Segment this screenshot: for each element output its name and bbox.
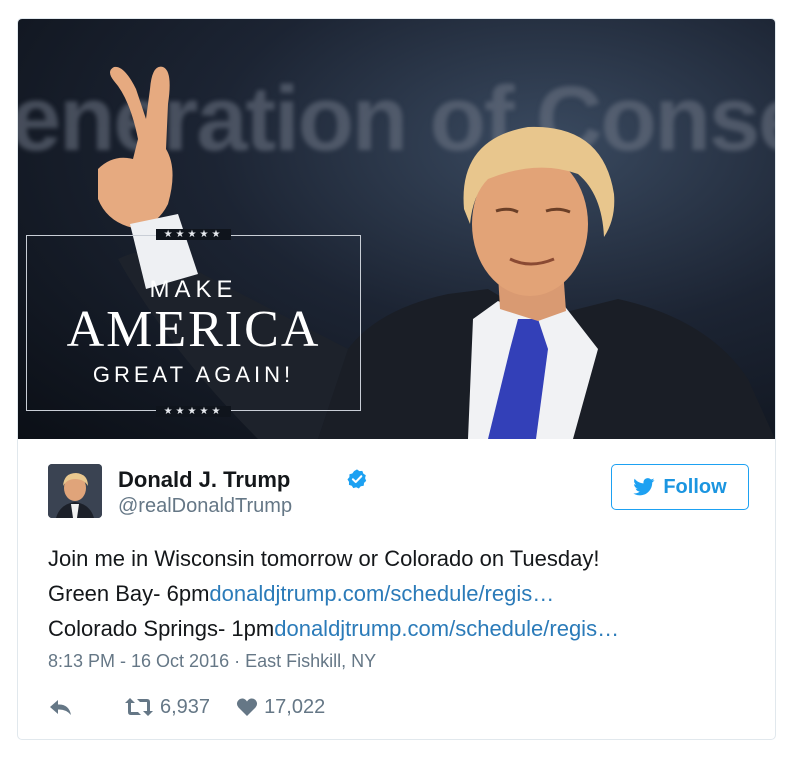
stars-bottom: ★★★★★	[155, 406, 232, 417]
tweet-text: Join me in Wisconsin tomorrow or Colorad…	[48, 541, 768, 646]
verified-badge-icon	[347, 469, 367, 489]
tweet-line-2-text: Green Bay- 6pm	[48, 581, 210, 606]
tweet-meta: 8:13 PM - 16 Oct 2016 · East Fishkill, N…	[48, 651, 376, 672]
meta-separator: ·	[229, 651, 246, 671]
retweet-icon	[125, 698, 153, 716]
author-name[interactable]: Donald J. Trump	[118, 467, 290, 493]
avatar[interactable]	[48, 464, 102, 518]
tweet-line-3: Colorado Springs- 1pmdonaldjtrump.com/sc…	[48, 611, 768, 646]
tweet-timestamp[interactable]: 8:13 PM - 16 Oct 2016	[48, 651, 229, 671]
stars-top: ★★★★★	[155, 229, 232, 240]
retweet-count: 6,937	[160, 695, 211, 718]
tweet-actions: 6,937 17,022	[48, 693, 351, 721]
twitter-bird-icon	[633, 478, 655, 496]
tweet-card: eneration of Conse ★★★★★ MAKE AMERICA GR…	[17, 18, 776, 740]
tweet-media-image[interactable]: eneration of Conse ★★★★★ MAKE AMERICA GR…	[18, 19, 775, 439]
make-america-great-again-logo: ★★★★★ MAKE AMERICA GREAT AGAIN! ★★★★★	[26, 229, 361, 417]
tweet-header: Donald J. Trump @realDonaldTrump Follow	[48, 464, 749, 524]
tweet-line-2: Green Bay- 6pmdonaldjtrump.com/schedule/…	[48, 576, 768, 611]
like-count: 17,022	[264, 695, 326, 718]
schedule-link-green-bay[interactable]: donaldjtrump.com/schedule/regis…	[209, 581, 554, 606]
follow-button[interactable]: Follow	[611, 464, 749, 510]
like-button[interactable]: 17,022	[236, 696, 325, 719]
retweet-button[interactable]: 6,937	[124, 696, 210, 719]
tweet-location[interactable]: East Fishkill, NY	[245, 651, 376, 671]
logo-line-america: AMERICA	[66, 301, 321, 358]
schedule-link-colorado-springs[interactable]: donaldjtrump.com/schedule/regis…	[274, 616, 619, 641]
heart-icon	[237, 698, 258, 716]
author-handle[interactable]: @realDonaldTrump	[118, 495, 292, 518]
logo-line-great-again: GREAT AGAIN!	[92, 362, 295, 387]
follow-button-label: Follow	[663, 475, 727, 498]
avatar-image	[48, 464, 102, 518]
tweet-line-3-text: Colorado Springs- 1pm	[48, 616, 275, 641]
tweet-line-1: Join me in Wisconsin tomorrow or Colorad…	[48, 546, 600, 571]
reply-button[interactable]	[48, 697, 74, 717]
reply-icon	[50, 700, 71, 715]
